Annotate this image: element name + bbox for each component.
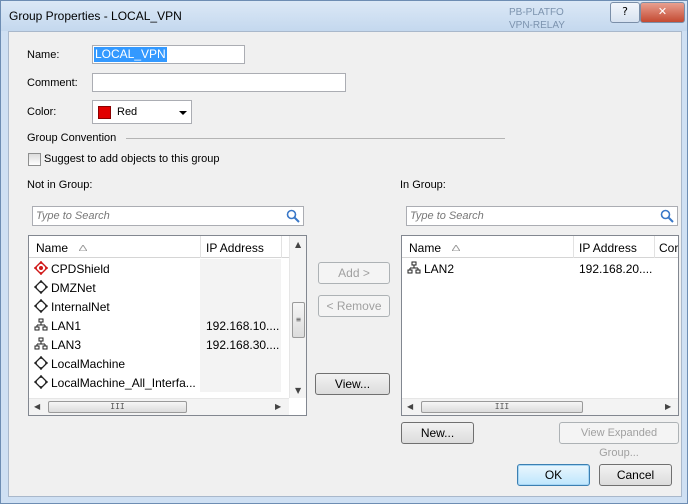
column-divider xyxy=(573,236,574,258)
scroll-thumb[interactable]: III xyxy=(421,401,583,413)
color-label: Color: xyxy=(27,106,57,118)
group-properties-window: Group Properties - LOCAL_VPN PB-PLATFO V… xyxy=(0,0,688,504)
table-row[interactable]: DMZNet xyxy=(29,278,289,297)
color-value: Red xyxy=(117,106,138,118)
dialog-body: Name: LOCAL_VPN Comment: Color: Red Grou… xyxy=(8,31,682,497)
row-name: LocalMachine_All_Interfa... xyxy=(51,376,196,390)
row-ip-address: 192.168.10.... xyxy=(206,319,280,333)
scroll-thumb[interactable]: ≡ xyxy=(292,302,305,338)
network-icon xyxy=(34,318,48,335)
network-object-icon xyxy=(34,356,48,373)
column-header-ip[interactable]: IP Address xyxy=(579,241,637,255)
not-in-group-list[interactable]: Name IP Address CPDShield DMZNet InternalN… xyxy=(28,235,307,416)
scroll-thumb[interactable]: III xyxy=(48,401,187,413)
network-icon xyxy=(34,337,48,354)
scroll-up-arrow-icon[interactable]: ▲ xyxy=(295,240,301,249)
table-row[interactable]: LAN1 192.168.10.... xyxy=(29,316,289,335)
row-name: LAN1 xyxy=(51,319,82,333)
table-row[interactable]: LAN3 192.168.30.... xyxy=(29,335,289,354)
cell-background xyxy=(200,297,281,316)
close-button[interactable]: ✕ xyxy=(640,2,685,23)
network-object-icon xyxy=(34,299,48,316)
column-divider xyxy=(654,236,655,258)
column-divider xyxy=(281,236,282,258)
row-name: InternalNet xyxy=(51,300,110,314)
comment-label: Comment: xyxy=(27,77,78,89)
remove-button[interactable]: < Remove xyxy=(318,295,390,317)
background-item: PB-PLATFO xyxy=(509,7,564,18)
search-placeholder: Type to Search xyxy=(410,210,484,222)
chevron-down-icon xyxy=(179,111,187,115)
gateway-icon xyxy=(34,261,48,278)
view-button[interactable]: View... xyxy=(315,373,390,395)
row-name: CPDShield xyxy=(51,262,110,276)
table-row[interactable]: LocalMachine_All_Interfa... xyxy=(29,373,289,392)
horizontal-scrollbar[interactable]: ◀ III ▶ xyxy=(29,398,289,415)
cell-background xyxy=(200,373,281,392)
list-header: Name IP Address Cor xyxy=(402,236,678,258)
color-swatch xyxy=(98,106,111,119)
horizontal-scrollbar[interactable]: ◀ III ▶ xyxy=(402,398,678,415)
in-group-list[interactable]: Name IP Address Cor LAN2 192.168.20.... ◀… xyxy=(401,235,679,416)
cancel-button[interactable]: Cancel xyxy=(599,464,672,486)
comment-input[interactable] xyxy=(92,73,346,92)
suggest-checkbox-label[interactable]: Suggest to add objects to this group xyxy=(44,153,220,165)
row-ip-address: 192.168.20.... xyxy=(579,262,653,276)
network-object-icon xyxy=(34,375,48,392)
column-header-comment[interactable]: Cor xyxy=(659,241,678,255)
add-button[interactable]: Add > xyxy=(318,262,390,284)
vertical-scrollbar[interactable]: ▲ ≡ ▼ xyxy=(289,236,306,398)
scroll-right-arrow-icon[interactable]: ▶ xyxy=(665,402,671,411)
search-icon[interactable] xyxy=(286,209,300,223)
row-name: LAN3 xyxy=(51,338,82,352)
group-convention-heading: Group Convention xyxy=(27,132,117,144)
new-button[interactable]: New... xyxy=(401,422,474,444)
in-group-search-input[interactable]: Type to Search xyxy=(406,206,678,226)
table-row[interactable]: LocalMachine xyxy=(29,354,289,373)
name-input[interactable]: LOCAL_VPN xyxy=(92,45,245,64)
network-icon xyxy=(407,261,421,278)
cell-background xyxy=(200,278,281,297)
name-value: LOCAL_VPN xyxy=(94,47,167,62)
list-header: Name IP Address xyxy=(29,236,289,258)
row-ip-address: 192.168.30.... xyxy=(206,338,280,352)
color-dropdown[interactable]: Red xyxy=(92,100,192,124)
ok-button[interactable]: OK xyxy=(517,464,590,486)
column-header-ip[interactable]: IP Address xyxy=(206,241,264,255)
not-in-group-heading: Not in Group: xyxy=(27,179,93,191)
scroll-left-arrow-icon[interactable]: ◀ xyxy=(34,402,40,411)
row-name: DMZNet xyxy=(51,281,96,295)
cell-background xyxy=(200,259,281,278)
window-title: Group Properties - LOCAL_VPN xyxy=(9,9,182,23)
search-icon[interactable] xyxy=(660,209,674,223)
cell-background xyxy=(200,354,281,373)
sort-ascending-icon xyxy=(79,245,87,251)
column-divider xyxy=(200,236,201,258)
suggest-checkbox[interactable] xyxy=(28,153,41,166)
column-header-name[interactable]: Name xyxy=(409,241,441,255)
table-row[interactable]: LAN2 192.168.20.... xyxy=(402,259,678,278)
table-row[interactable]: CPDShield xyxy=(29,259,289,278)
help-button[interactable]: ? xyxy=(610,2,640,23)
view-expanded-group-button[interactable]: View Expanded Group... xyxy=(559,422,679,459)
network-object-icon xyxy=(34,280,48,297)
background-item: VPN-RELAY xyxy=(509,20,565,31)
column-header-name[interactable]: Name xyxy=(36,241,68,255)
scroll-down-arrow-icon[interactable]: ▼ xyxy=(295,386,301,395)
row-name: LAN2 xyxy=(424,262,455,276)
divider xyxy=(126,138,505,139)
in-group-heading: In Group: xyxy=(400,179,446,191)
scroll-right-arrow-icon[interactable]: ▶ xyxy=(275,402,281,411)
sort-ascending-icon xyxy=(452,245,460,251)
title-bar[interactable]: Group Properties - LOCAL_VPN PB-PLATFO V… xyxy=(1,1,687,31)
table-row[interactable]: InternalNet xyxy=(29,297,289,316)
not-in-group-search-input[interactable]: Type to Search xyxy=(32,206,304,226)
row-name: LocalMachine xyxy=(51,357,126,371)
name-label: Name: xyxy=(27,49,60,61)
scroll-left-arrow-icon[interactable]: ◀ xyxy=(407,402,413,411)
search-placeholder: Type to Search xyxy=(36,210,110,222)
